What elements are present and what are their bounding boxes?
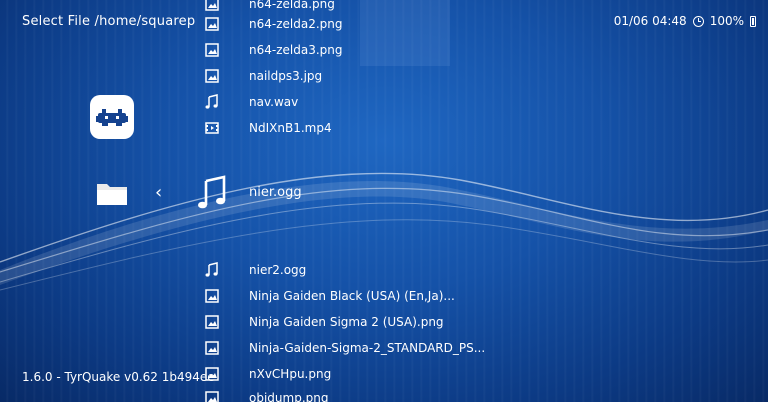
music-icon bbox=[204, 262, 220, 278]
image-icon bbox=[204, 0, 220, 12]
file-name: naildps3.jpg bbox=[249, 69, 323, 83]
music-note-icon bbox=[198, 175, 226, 209]
retroarch-logo-icon[interactable] bbox=[90, 95, 134, 139]
file-name: nier2.ogg bbox=[249, 263, 307, 277]
datetime: 01/06 04:48 bbox=[613, 14, 687, 28]
image-icon bbox=[204, 16, 220, 32]
background-glow bbox=[360, 0, 450, 66]
file-name: Ninja Gaiden Black (USA) (En,Ja)... bbox=[249, 289, 455, 303]
list-item[interactable]: n64-zelda3.png bbox=[204, 40, 342, 60]
file-name: NdIXnB1.mp4 bbox=[249, 121, 332, 135]
list-item[interactable]: naildps3.jpg bbox=[204, 66, 322, 86]
battery-percent: 100% bbox=[709, 14, 744, 28]
selected-file[interactable]: nier.ogg bbox=[249, 185, 302, 200]
list-item[interactable]: Ninja Gaiden Black (USA) (En,Ja)... bbox=[204, 286, 455, 306]
image-icon bbox=[204, 314, 220, 330]
image-icon bbox=[204, 340, 220, 356]
file-name: n64-zelda2.png bbox=[249, 17, 343, 31]
clock-icon bbox=[692, 15, 704, 27]
file-name: objdump.png bbox=[249, 391, 329, 402]
image-icon bbox=[204, 288, 220, 304]
image-icon bbox=[204, 42, 220, 58]
list-item[interactable]: n64-zelda.png bbox=[204, 0, 335, 14]
list-item[interactable]: NdIXnB1.mp4 bbox=[204, 118, 332, 138]
list-item[interactable]: objdump.png bbox=[204, 388, 328, 402]
file-name: n64-zelda3.png bbox=[249, 43, 343, 57]
file-name: nav.wav bbox=[249, 95, 299, 109]
list-item[interactable]: Ninja-Gaiden-Sigma-2_STANDARD_PS... bbox=[204, 338, 485, 358]
back-chevron-icon[interactable]: ‹ bbox=[155, 183, 162, 203]
version-label: 1.6.0 - TyrQuake v0.62 1b494ee bbox=[22, 370, 215, 384]
list-item[interactable]: nier2.ogg bbox=[204, 260, 306, 280]
file-name: n64-zelda.png bbox=[249, 0, 335, 11]
status-area: 01/06 04:48 100% bbox=[614, 14, 756, 28]
battery-icon bbox=[750, 15, 756, 27]
page-title: Select File /home/squarep bbox=[22, 14, 196, 29]
video-icon bbox=[204, 120, 220, 136]
list-item[interactable]: nav.wav bbox=[204, 92, 298, 112]
list-item[interactable]: n64-zelda2.png bbox=[204, 14, 342, 34]
image-icon bbox=[204, 390, 220, 402]
music-icon bbox=[204, 94, 220, 110]
image-icon bbox=[204, 68, 220, 84]
file-name: Ninja Gaiden Sigma 2 (USA).png bbox=[249, 315, 444, 329]
file-name: Ninja-Gaiden-Sigma-2_STANDARD_PS... bbox=[249, 341, 486, 355]
file-name: nXvCHpu.png bbox=[249, 367, 332, 381]
folder-icon[interactable] bbox=[95, 178, 129, 208]
list-item[interactable]: Ninja Gaiden Sigma 2 (USA).png bbox=[204, 312, 444, 332]
